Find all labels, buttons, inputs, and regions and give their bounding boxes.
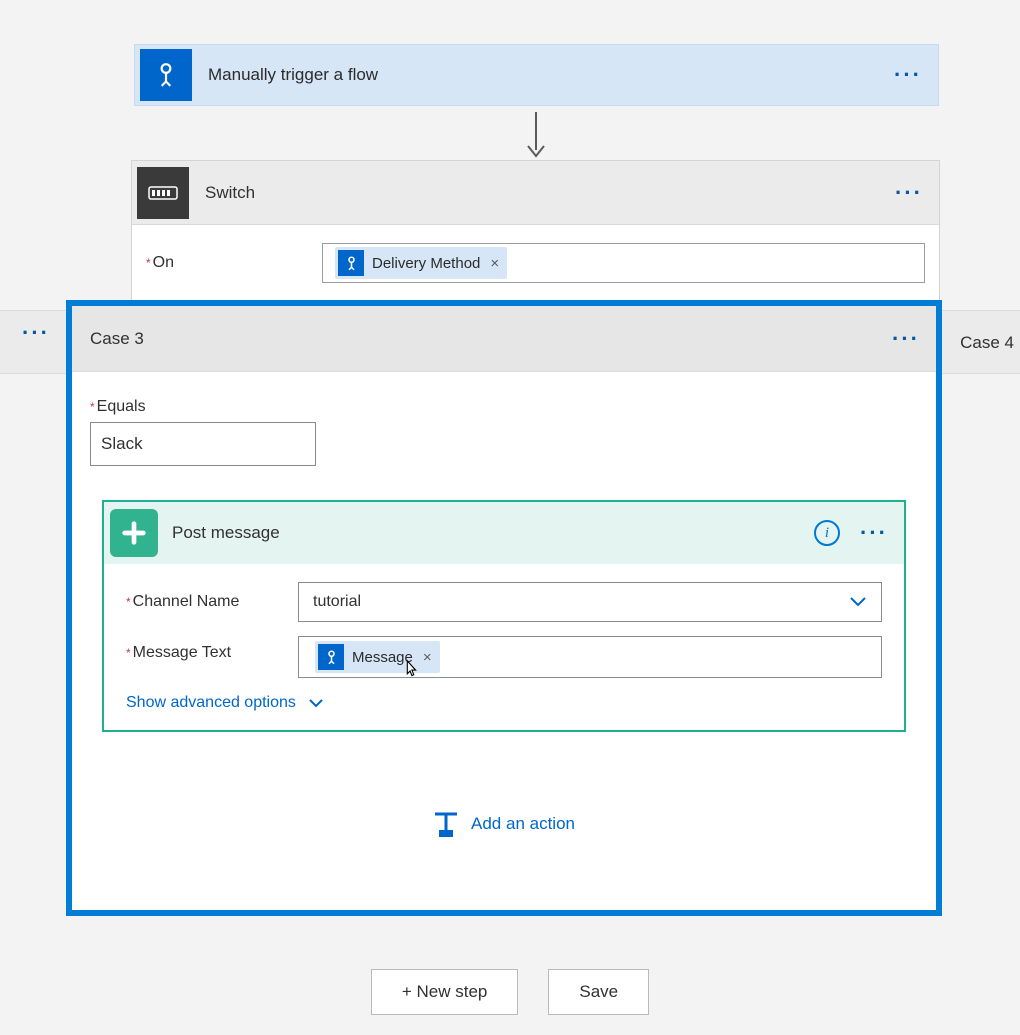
channel-name-label: *Channel Name (126, 593, 298, 611)
add-action-icon (433, 810, 459, 838)
slack-icon (110, 509, 158, 557)
token-label: Delivery Method (372, 255, 480, 272)
case-3-title: Case 3 (90, 329, 144, 349)
equals-input[interactable]: Slack (90, 422, 316, 466)
slack-header[interactable]: Post message i ··· (104, 502, 904, 564)
message-text-label: *Message Text (126, 636, 298, 662)
switch-card: Switch ··· *On Delivery Method × (131, 160, 940, 306)
manual-trigger-mini-icon (318, 644, 344, 670)
new-step-button[interactable]: + New step (371, 969, 519, 1015)
token-remove-button[interactable]: × (490, 255, 499, 272)
manual-trigger-mini-icon (338, 250, 364, 276)
trigger-title: Manually trigger a flow (208, 65, 378, 85)
delivery-method-token[interactable]: Delivery Method × (335, 247, 507, 279)
case-4-label[interactable]: Case 4 (960, 333, 1014, 353)
save-button[interactable]: Save (548, 969, 649, 1015)
chevron-down-icon (849, 596, 867, 608)
slack-post-message-card: Post message i ··· *Channel Name tutoria… (102, 500, 906, 732)
slack-title: Post message (172, 523, 280, 543)
message-token-remove-button[interactable]: × (423, 649, 432, 666)
switch-header[interactable]: Switch ··· (132, 161, 939, 225)
footer-actions: + New step Save (0, 969, 1020, 1015)
manual-trigger-icon (140, 49, 192, 101)
message-text-input[interactable]: Message × (298, 636, 882, 678)
trigger-card[interactable]: Manually trigger a flow ··· (134, 44, 939, 106)
message-token[interactable]: Message × (315, 641, 440, 673)
channel-name-value: tutorial (313, 593, 361, 611)
chevron-down-icon (308, 698, 324, 708)
add-action-button[interactable]: Add an action (90, 810, 918, 838)
message-token-label: Message (352, 649, 413, 666)
flow-arrow-icon (522, 110, 550, 160)
switch-on-input[interactable]: Delivery Method × (322, 243, 925, 283)
info-icon[interactable]: i (814, 520, 840, 546)
switch-title: Switch (205, 183, 255, 203)
switch-on-label: *On (146, 254, 322, 272)
switch-icon (137, 167, 189, 219)
case-3-header[interactable]: Case 3 ··· (72, 306, 936, 372)
case-3-card: Case 3 ··· *Equals Slack Pos (66, 300, 942, 916)
channel-name-select[interactable]: tutorial (298, 582, 882, 622)
equals-label: *Equals (90, 398, 918, 416)
show-advanced-options-link[interactable]: Show advanced options (126, 694, 324, 712)
